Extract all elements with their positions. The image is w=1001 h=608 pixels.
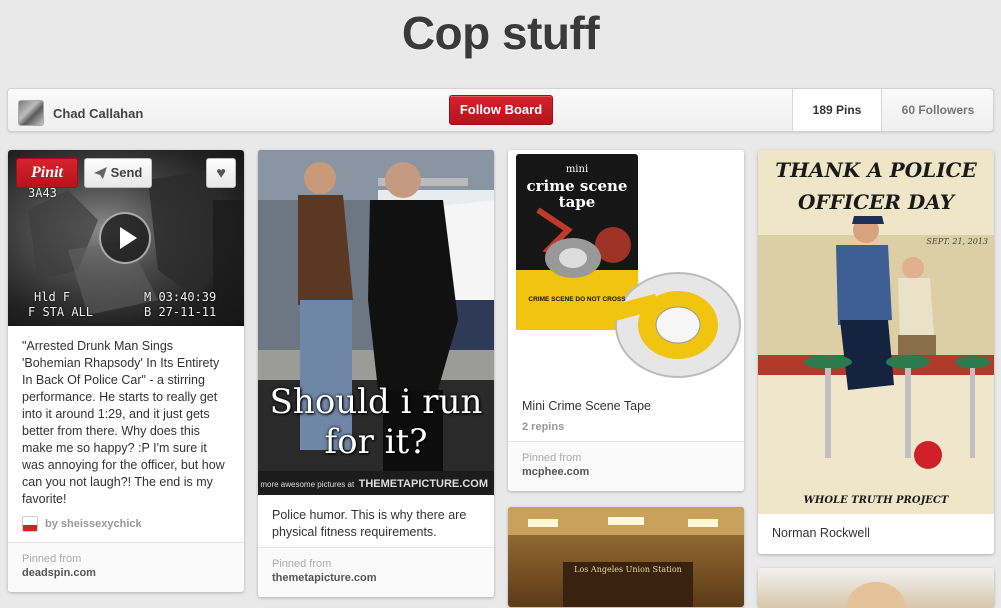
pinned-from-label: Pinned from — [22, 553, 82, 565]
pin-card[interactable]: 3A43 Hld F F STA ALL M 03:40:39 B 27-11-… — [8, 150, 244, 592]
pin-image[interactable]: Los Angeles Union Station — [508, 507, 744, 607]
package-title-tape: tape — [558, 193, 596, 211]
station-photo-graphic — [508, 507, 744, 607]
youtube-icon — [22, 516, 38, 532]
poster-title-line-2: OFFICER DAY — [797, 190, 955, 214]
portrait-photo-graphic — [846, 582, 906, 608]
follow-board-button[interactable]: Follow Board — [449, 95, 553, 125]
board-title: Cop stuff — [401, 7, 600, 59]
pin-video-thumbnail[interactable]: 3A43 Hld F F STA ALL M 03:40:39 B 27-11-… — [8, 150, 244, 326]
pin-description: "Arrested Drunk Man Sings 'Bohemian Rhap… — [22, 339, 225, 506]
pin-image[interactable]: Should i run for it? more awesome pictur… — [258, 150, 494, 495]
pin-description: Mini Crime Scene Tape — [522, 399, 651, 413]
cam-overlay-text: F STA ALL — [28, 305, 94, 319]
meme-caption: Should i run for it? — [269, 382, 483, 462]
pinned-from-label: Pinned from — [522, 452, 582, 464]
station-sign: Los Angeles Union Station — [574, 565, 682, 574]
watermark-small: more awesome pictures at — [260, 480, 355, 489]
pin-description: Norman Rockwell — [772, 526, 870, 540]
board-owner[interactable]: Chad Callahan — [18, 100, 143, 126]
pin-card[interactable]: Los Angeles Union Station — [508, 507, 744, 607]
send-button-label: Send — [110, 165, 143, 180]
pin-card[interactable]: Should i run for it? more awesome pictur… — [258, 150, 494, 597]
pinit-button[interactable]: Pinit — [16, 158, 78, 188]
via-user[interactable]: by sheissexychick — [45, 518, 142, 530]
pin-source[interactable]: themetapicture.com — [272, 571, 480, 585]
pin-source[interactable]: deadspin.com — [22, 566, 230, 580]
like-heart-icon[interactable]: ♥ — [206, 158, 236, 188]
paper-plane-icon — [93, 167, 107, 179]
pin-image[interactable]: mini crime scene tape CRIME SCENE DO NOT… — [508, 150, 744, 386]
followers-count-tab[interactable]: 60 Followers — [881, 89, 994, 131]
pinned-from[interactable]: Pinned from themetapicture.com — [258, 547, 494, 597]
pinned-from[interactable]: Pinned from deadspin.com — [8, 542, 244, 592]
cam-overlay-text: B 27-11-11 — [144, 305, 217, 319]
poster-title: THANK A POLICE OFFICER DAY — [758, 154, 994, 218]
repin-count[interactable]: 2 repins — [508, 421, 744, 441]
cam-overlay-text: Hld F — [34, 290, 71, 304]
avatar[interactable] — [18, 100, 44, 126]
pin-source[interactable]: mcphee.com — [522, 465, 730, 479]
package-title-mini: mini — [565, 164, 589, 175]
watermark-bar: more awesome pictures at THEMETAPICTURE.… — [258, 471, 494, 495]
package-title: mini crime scene tape — [522, 162, 632, 210]
pin-image[interactable] — [758, 568, 994, 608]
pin-image[interactable]: THANK A POLICE OFFICER DAY SEPT. 21, 201… — [758, 150, 994, 514]
poster-footer: WHOLE TRUTH PROJECT — [803, 495, 949, 506]
pins-count-tab[interactable]: 189 Pins — [792, 89, 881, 131]
pin-card[interactable]: THANK A POLICE OFFICER DAY SEPT. 21, 201… — [758, 150, 994, 554]
pinned-from-label: Pinned from — [272, 558, 332, 570]
pin-description: Police humor. This is why there are phys… — [272, 508, 467, 539]
poster-title-line-1: THANK A POLICE — [775, 158, 977, 182]
tape-text: CRIME SCENE DO NOT CROSS — [528, 296, 626, 303]
pinned-from[interactable]: Pinned from mcphee.com — [508, 441, 744, 491]
watermark-big: THEMETAPICTURE.COM — [358, 478, 488, 490]
owner-name[interactable]: Chad Callahan — [53, 106, 143, 121]
board-header: Chad Callahan Follow Board 189 Pins 60 F… — [7, 88, 994, 132]
cam-overlay-text: M 03:40:39 — [144, 290, 217, 304]
cam-overlay-text: 3A43 — [28, 186, 57, 200]
pin-via[interactable]: by sheissexychick — [8, 514, 244, 542]
poster-date: SEPT. 21, 2013 — [926, 237, 988, 246]
package-title-main: crime scene — [526, 177, 628, 195]
play-icon[interactable] — [99, 212, 151, 264]
pin-card[interactable] — [758, 568, 994, 608]
send-button[interactable]: Send — [84, 158, 152, 188]
pin-card[interactable]: mini crime scene tape CRIME SCENE DO NOT… — [508, 150, 744, 491]
